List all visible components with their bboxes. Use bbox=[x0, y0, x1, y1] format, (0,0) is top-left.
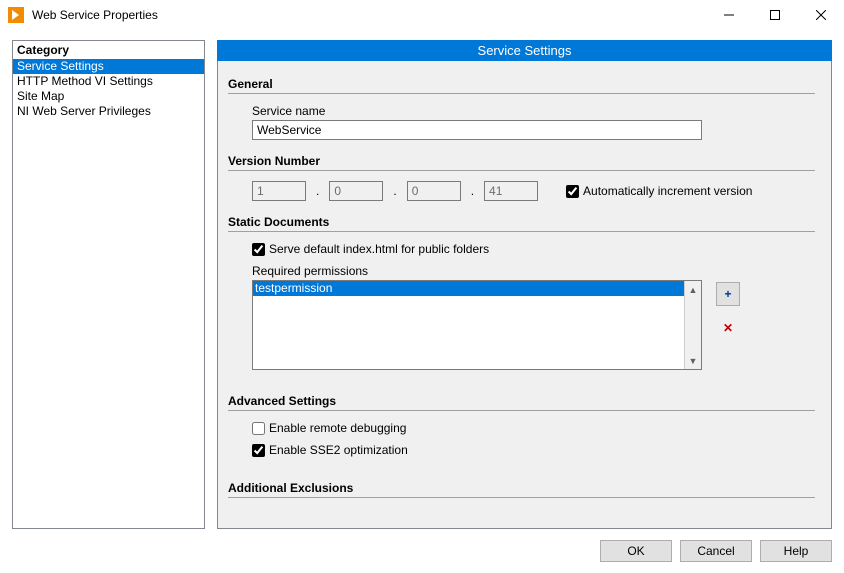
maximize-button[interactable] bbox=[752, 0, 798, 30]
help-button[interactable]: Help bbox=[760, 540, 832, 562]
sidebar-item-ni-web-server[interactable]: NI Web Server Privileges bbox=[13, 104, 204, 119]
sidebar-header: Category bbox=[13, 41, 204, 59]
remove-permission-button[interactable]: ✕ bbox=[716, 316, 740, 340]
cancel-button[interactable]: Cancel bbox=[680, 540, 752, 562]
dialog-footer: OK Cancel Help bbox=[0, 529, 844, 573]
close-button[interactable] bbox=[798, 0, 844, 30]
version-major-input[interactable] bbox=[252, 181, 306, 201]
panel-body-wrapper: General Service name Version Number . . … bbox=[217, 61, 832, 529]
remote-debug-label: Enable remote debugging bbox=[269, 421, 406, 435]
settings-panel: Service Settings General Service name Ve… bbox=[217, 40, 832, 529]
service-name-input[interactable] bbox=[252, 120, 702, 140]
version-dot: . bbox=[383, 184, 406, 198]
sidebar-item-site-map[interactable]: Site Map bbox=[13, 89, 204, 104]
serve-index-label: Serve default index.html for public fold… bbox=[269, 242, 489, 256]
version-dot: . bbox=[461, 184, 484, 198]
panel-header: Service Settings bbox=[217, 40, 832, 61]
auto-increment-label: Automatically increment version bbox=[583, 184, 752, 198]
remote-debug-checkbox[interactable] bbox=[252, 422, 265, 435]
permission-buttons: + ✕ bbox=[716, 282, 740, 370]
category-sidebar: Category Service Settings HTTP Method VI… bbox=[12, 40, 205, 529]
delete-icon: ✕ bbox=[723, 321, 733, 335]
sse2-row[interactable]: Enable SSE2 optimization bbox=[252, 443, 815, 457]
section-version-title: Version Number bbox=[228, 154, 815, 168]
permission-item[interactable]: testpermission bbox=[253, 281, 684, 296]
section-static-title: Static Documents bbox=[228, 215, 815, 229]
minimize-button[interactable] bbox=[706, 0, 752, 30]
sse2-checkbox[interactable] bbox=[252, 444, 265, 457]
sse2-label: Enable SSE2 optimization bbox=[269, 443, 408, 457]
app-icon bbox=[8, 7, 24, 23]
section-rule bbox=[228, 93, 815, 94]
add-permission-button[interactable]: + bbox=[716, 282, 740, 306]
section-advanced-title: Advanced Settings bbox=[228, 394, 815, 408]
permissions-area: testpermission ▲ ▼ + ✕ bbox=[252, 280, 815, 370]
panel-body[interactable]: General Service name Version Number . . … bbox=[218, 61, 831, 528]
section-general-title: General bbox=[228, 77, 815, 91]
sidebar-item-http-method-vi[interactable]: HTTP Method VI Settings bbox=[13, 74, 204, 89]
serve-index-row[interactable]: Serve default index.html for public fold… bbox=[252, 242, 815, 256]
titlebar: Web Service Properties bbox=[0, 0, 844, 30]
section-rule bbox=[228, 497, 815, 498]
sidebar-item-service-settings[interactable]: Service Settings bbox=[13, 59, 204, 74]
content-area: Category Service Settings HTTP Method VI… bbox=[12, 40, 832, 529]
auto-increment-row[interactable]: Automatically increment version bbox=[566, 184, 752, 198]
required-permissions-label: Required permissions bbox=[252, 264, 815, 278]
section-cutoff-title: Additional Exclusions bbox=[228, 481, 815, 495]
window-controls bbox=[706, 0, 844, 30]
permissions-scrollbar[interactable]: ▲ ▼ bbox=[684, 281, 701, 369]
version-minor-input[interactable] bbox=[329, 181, 383, 201]
section-rule bbox=[228, 410, 815, 411]
ok-button[interactable]: OK bbox=[600, 540, 672, 562]
permissions-listbox[interactable]: testpermission ▲ ▼ bbox=[252, 280, 702, 370]
serve-index-checkbox[interactable] bbox=[252, 243, 265, 256]
version-dot: . bbox=[306, 184, 329, 198]
section-rule bbox=[228, 231, 815, 232]
auto-increment-checkbox[interactable] bbox=[566, 185, 579, 198]
service-name-label: Service name bbox=[252, 104, 815, 118]
scroll-down-icon[interactable]: ▼ bbox=[685, 352, 701, 369]
section-rule bbox=[228, 170, 815, 171]
scroll-up-icon[interactable]: ▲ bbox=[685, 281, 701, 298]
plus-icon: + bbox=[724, 288, 731, 300]
version-build-input[interactable] bbox=[484, 181, 538, 201]
window-title: Web Service Properties bbox=[32, 8, 706, 22]
version-fix-input[interactable] bbox=[407, 181, 461, 201]
remote-debug-row[interactable]: Enable remote debugging bbox=[252, 421, 815, 435]
